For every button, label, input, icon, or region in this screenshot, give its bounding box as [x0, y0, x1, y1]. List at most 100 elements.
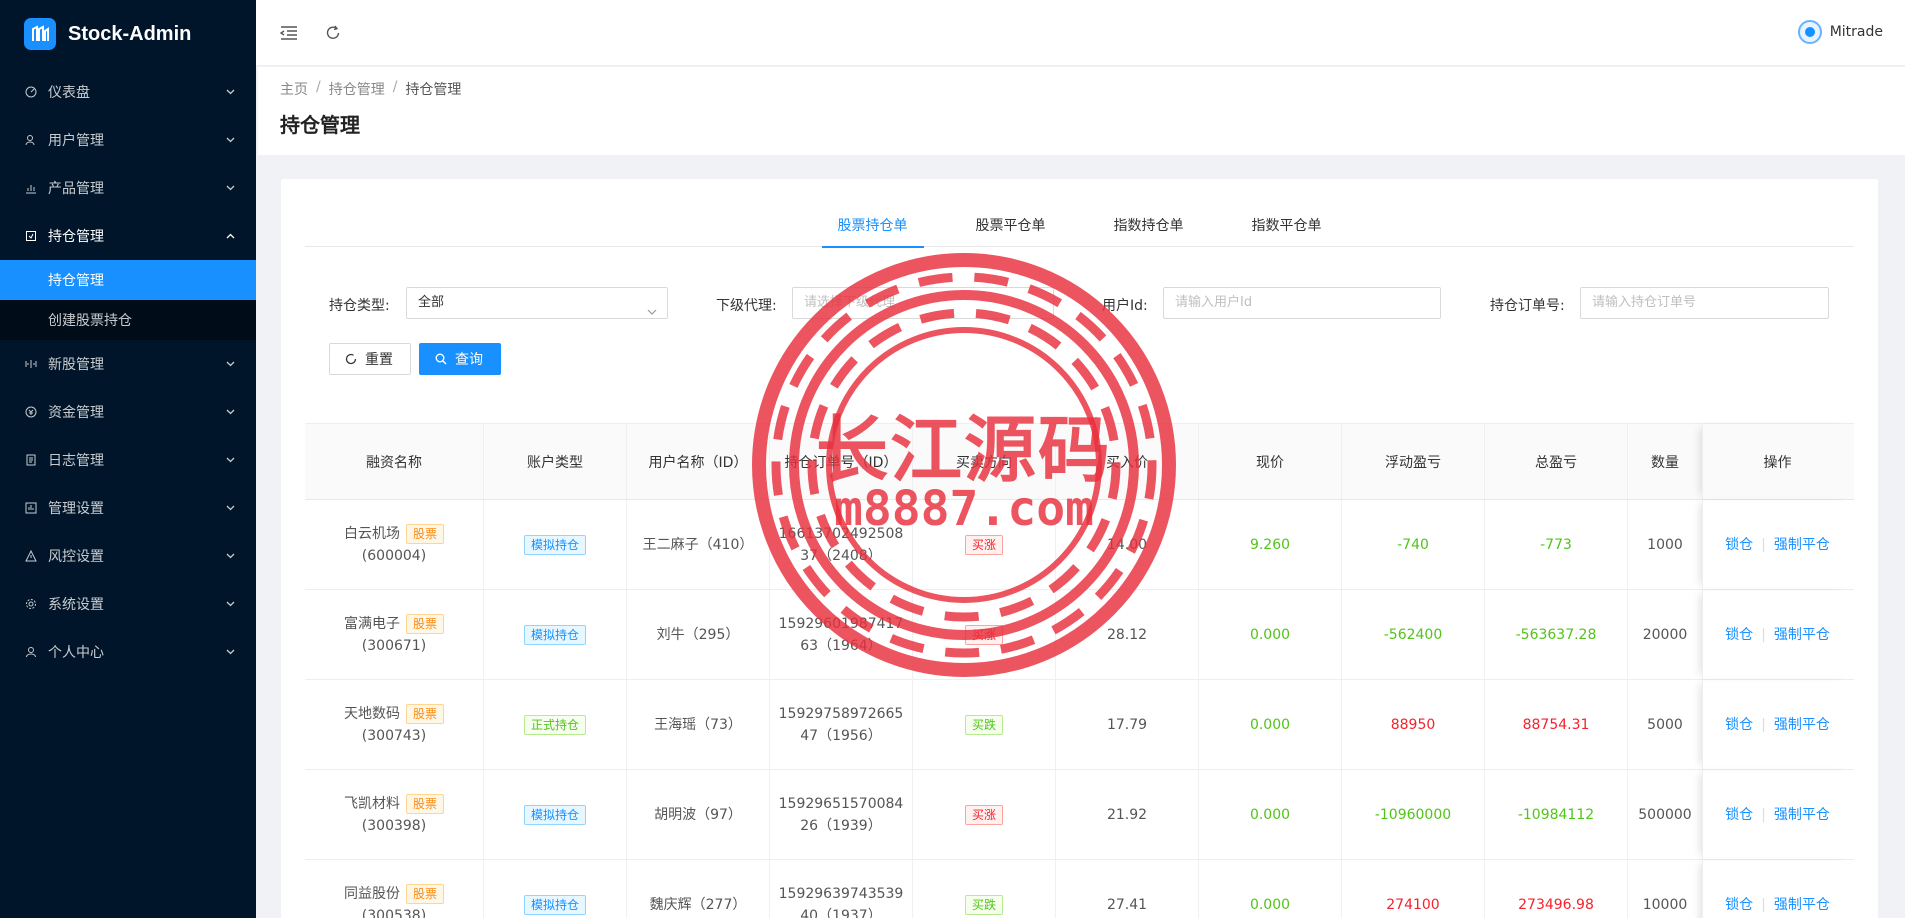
column-header: 账户类型	[484, 424, 627, 499]
stock-name-cell: 白云机场 股票 (600004)	[305, 500, 484, 589]
reset-button[interactable]: 重置	[329, 343, 411, 375]
account-type-cell: 正式持仓	[484, 680, 627, 769]
order-no-cell: 16613702492508 37（2408）	[770, 500, 913, 589]
app-logo[interactable]: Stock-Admin	[0, 0, 256, 68]
actions-cell: 锁仓 | 强制平仓	[1702, 500, 1852, 589]
sidebar-item-funds[interactable]: 资金管理	[0, 388, 256, 436]
quantity-cell: 500000	[1638, 806, 1692, 823]
stock-code: (300398)	[361, 817, 427, 834]
stock-tag: 股票	[405, 613, 444, 634]
sidebar-item-ipo[interactable]: 新股管理	[0, 340, 256, 388]
quantity-cell: 1000	[1647, 536, 1683, 553]
position-type-value: 全部	[418, 295, 445, 310]
user-id-label: 用户Id:	[1102, 298, 1148, 314]
lock-position-link[interactable]: 锁仓	[1725, 534, 1753, 556]
order-no-cell: 15929639743539 40（1937）	[770, 860, 913, 918]
stock-tag: 股票	[405, 883, 444, 904]
search-button[interactable]: 查询	[419, 343, 501, 375]
chevron-down-icon	[226, 503, 236, 513]
breadcrumb-parent[interactable]: 持仓管理	[329, 79, 385, 99]
force-close-link[interactable]: 强制平仓	[1774, 714, 1830, 736]
sidebar-item-users[interactable]: 用户管理	[0, 116, 256, 164]
column-header: 融资名称	[305, 424, 484, 499]
admin-settings-icon	[24, 501, 38, 515]
order-no-part2: 37（2408）	[800, 547, 882, 564]
stock-name: 飞凯材料	[343, 795, 400, 812]
order-no-cell: 15929758972665 47（1956）	[770, 680, 913, 769]
menu-fold-icon[interactable]	[278, 22, 300, 44]
submenu-item-positions[interactable]: 持仓管理	[0, 260, 256, 300]
sidebar-item-risk-settings[interactable]: 风控设置	[0, 532, 256, 580]
stock-tag: 股票	[405, 523, 444, 544]
column-header: 用户名称（ID）	[627, 424, 770, 499]
current-price-cell: 0.000	[1199, 770, 1342, 859]
actions-cell: 锁仓 | 强制平仓	[1702, 590, 1852, 679]
profile-icon	[24, 645, 38, 659]
direction-badge: 买跌	[964, 714, 1003, 735]
positions-table: 融资名称 账户类型 用户名称（ID） 持仓订单号（ID） 买卖方向 买入价 现价…	[305, 423, 1854, 918]
user-id-field[interactable]	[1163, 287, 1441, 319]
sidebar-item-label: 风控设置	[48, 549, 104, 565]
lock-position-link[interactable]: 锁仓	[1725, 714, 1753, 736]
sidebar-item-profile[interactable]: 个人中心	[0, 628, 256, 676]
lock-position-link[interactable]: 锁仓	[1725, 624, 1753, 646]
order-no-part1: 15929639743539	[778, 885, 904, 902]
chevron-down-icon	[226, 135, 236, 145]
divider: |	[1761, 896, 1766, 913]
refresh-icon[interactable]	[322, 22, 344, 44]
sidebar-item-dashboard[interactable]: 仪表盘	[0, 68, 256, 116]
users-icon	[24, 133, 38, 147]
search-icon	[435, 353, 447, 365]
tab-stock-closed[interactable]: 股票平仓单	[960, 209, 1062, 247]
direction-badge: 买涨	[964, 534, 1003, 555]
table-row: 富满电子 股票 (300671) 模拟持仓 刘牛（295） 159296019874…	[305, 590, 1854, 680]
current-price-cell: 9.260	[1199, 500, 1342, 589]
force-close-link[interactable]: 强制平仓	[1774, 534, 1830, 556]
account-type-badge: 模拟持仓	[523, 534, 586, 555]
chevron-down-icon	[226, 407, 236, 417]
sidebar-item-label: 资金管理	[48, 405, 104, 421]
column-header: 买入价	[1056, 424, 1199, 499]
lock-position-link[interactable]: 锁仓	[1725, 894, 1753, 916]
force-close-link[interactable]: 强制平仓	[1774, 624, 1830, 646]
sidebar-item-label: 日志管理	[48, 453, 104, 469]
total-pl-cell: -563637.28	[1485, 590, 1628, 679]
submenu-item-create-stock-position[interactable]: 创建股票持仓	[0, 300, 256, 340]
order-no-input[interactable]	[1592, 288, 1817, 317]
chevron-down-icon	[226, 359, 236, 369]
sidebar-item-positions[interactable]: 持仓管理	[0, 212, 256, 260]
position-type-label: 持仓类型:	[329, 298, 390, 314]
sub-agent-select[interactable]	[792, 287, 1054, 319]
page-title: 持仓管理	[280, 113, 360, 137]
logo-icon	[24, 18, 56, 50]
divider: |	[1761, 716, 1766, 733]
chevron-down-icon	[226, 599, 236, 609]
total-pl-cell: 273496.98	[1485, 860, 1628, 918]
force-close-link[interactable]: 强制平仓	[1774, 894, 1830, 916]
tab-stock-positions[interactable]: 股票持仓单	[821, 209, 924, 248]
account-type-badge: 模拟持仓	[523, 624, 586, 645]
stock-name: 白云机场	[343, 525, 400, 542]
order-no-field[interactable]	[1580, 287, 1829, 319]
sidebar-item-products[interactable]: 产品管理	[0, 164, 256, 212]
chevron-down-icon	[226, 551, 236, 561]
sidebar-item-system-settings[interactable]: 系统设置	[0, 580, 256, 628]
stock-name: 天地数码	[343, 705, 400, 722]
total-pl-cell: 88754.31	[1485, 680, 1628, 769]
user-cell: 胡明波（97）	[627, 770, 770, 859]
user-menu[interactable]: Mitrade	[1797, 20, 1883, 44]
tab-index-closed[interactable]: 指数平仓单	[1236, 209, 1338, 247]
account-type-cell: 模拟持仓	[484, 500, 627, 589]
sidebar-item-logs[interactable]: 日志管理	[0, 436, 256, 484]
lock-position-link[interactable]: 锁仓	[1725, 804, 1753, 826]
total-pl-cell: -10984112	[1485, 770, 1628, 859]
tab-index-positions[interactable]: 指数持仓单	[1098, 209, 1200, 247]
breadcrumb-home[interactable]: 主页	[280, 79, 308, 99]
actions-cell: 锁仓 | 强制平仓	[1702, 770, 1852, 859]
stock-name-cell: 天地数码 股票 (300743)	[305, 680, 484, 769]
sub-agent-input[interactable]	[804, 288, 1042, 317]
position-type-select[interactable]: 全部	[406, 287, 668, 319]
force-close-link[interactable]: 强制平仓	[1774, 804, 1830, 826]
user-id-input[interactable]	[1175, 288, 1429, 317]
sidebar-item-admin-settings[interactable]: 管理设置	[0, 484, 256, 532]
